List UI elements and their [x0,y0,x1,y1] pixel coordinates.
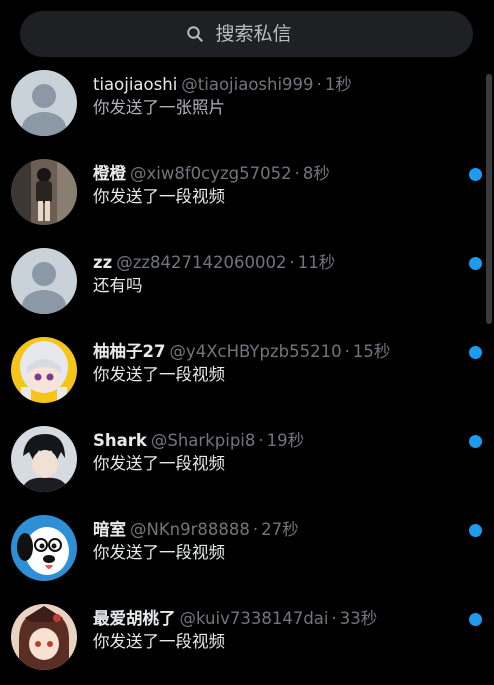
conversation-header: 最爱胡桃了 @kuiv7338147dai · 33秒 [93,605,454,629]
timestamp: 19秒 [266,431,305,450]
user-handle: @NKn9r88888 [130,520,250,539]
cartoon-dog-avatar[interactable] [11,515,77,581]
display-name: Shark [93,431,147,450]
unread-indicator [469,435,482,448]
search-bar[interactable] [20,11,473,57]
message-preview: 你发送了一张照片 [93,98,225,117]
message-preview: 你发送了一段视频 [93,187,225,206]
unread-indicator [469,346,482,359]
separator-dot: · [289,253,295,272]
message-preview: 你发送了一段视频 [93,632,225,651]
conversation-row[interactable]: 橙橙 @xiw8f0cyzg57052 · 8秒 你发送了一段视频 [0,151,494,240]
default-avatar[interactable] [11,248,77,314]
scrollbar[interactable] [486,74,492,324]
separator-dot: · [252,520,259,539]
conversation-row[interactable]: 柚柚子27 @y4XcHBYpzb55210 · 15秒 你发送了一段视频 [0,329,494,418]
user-handle: @tiaojiaoshi999 [181,75,314,94]
timestamp: 15秒 [352,342,391,361]
message-preview: 你发送了一段视频 [93,454,225,473]
separator-dot: · [344,342,350,361]
anime-boy-avatar[interactable] [11,426,77,492]
conversation-header: tiaojiaoshi @tiaojiaoshi999 · 1秒 [93,71,454,95]
unread-indicator [469,613,482,626]
unread-indicator [469,168,482,181]
photo-avatar[interactable] [11,159,77,225]
conversation-row[interactable]: tiaojiaoshi @tiaojiaoshi999 · 1秒 你发送了一张照片 [0,62,494,151]
display-name: 橙橙 [93,164,126,183]
display-name: tiaojiaoshi [93,75,178,94]
display-name: 柚柚子27 [93,342,166,361]
unread-indicator [469,257,482,270]
timestamp: 1秒 [324,75,352,94]
user-handle: @xiw8f0cyzg57052 [130,164,292,183]
timestamp: 33秒 [339,609,378,628]
conversation-row[interactable]: 暗室 @NKn9r88888 · 27秒 你发送了一段视频 [0,507,494,596]
message-preview: 你发送了一段视频 [93,365,225,384]
conversation-header: Shark @Sharkpipi8 · 19秒 [93,427,454,451]
message-preview: 还有吗 [93,276,143,295]
conversation-header: zz @zz8427142060002 · 11秒 [93,249,454,273]
conversation-header: 柚柚子27 @y4XcHBYpzb55210 · 15秒 [93,338,454,362]
anime-girl-avatar[interactable] [11,337,77,403]
separator-dot: · [258,431,264,450]
message-preview: 你发送了一段视频 [93,543,225,562]
separator-dot: · [294,164,300,183]
timestamp: 11秒 [297,253,336,272]
conversation-row[interactable]: zz @zz8427142060002 · 11秒 还有吗 [0,240,494,329]
conversation-header: 橙橙 @xiw8f0cyzg57052 · 8秒 [93,160,454,184]
user-handle: @kuiv7338147dai [179,609,329,628]
timestamp: 27秒 [261,520,299,539]
user-handle: @Sharkpipi8 [150,431,256,450]
separator-dot: · [316,75,322,94]
display-name: 暗室 [93,520,126,539]
anime-character-avatar[interactable] [11,604,77,670]
conversation-row[interactable]: 最爱胡桃了 @kuiv7338147dai · 33秒 你发送了一段视频 [0,596,494,685]
conversation-row[interactable]: Shark @Sharkpipi8 · 19秒 你发送了一段视频 [0,418,494,507]
unread-indicator [469,524,482,537]
search-icon [186,26,203,42]
display-name: zz [93,253,113,272]
user-handle: @zz8427142060002 [116,253,287,272]
display-name: 最爱胡桃了 [93,609,176,628]
search-input[interactable] [213,22,308,46]
conversation-header: 暗室 @NKn9r88888 · 27秒 [93,516,454,540]
separator-dot: · [331,609,337,628]
user-handle: @y4XcHBYpzb55210 [169,342,342,361]
timestamp: 8秒 [302,164,330,183]
conversation-list: tiaojiaoshi @tiaojiaoshi999 · 1秒 你发送了一张照片 橙… [0,62,494,685]
default-avatar[interactable] [11,70,77,136]
